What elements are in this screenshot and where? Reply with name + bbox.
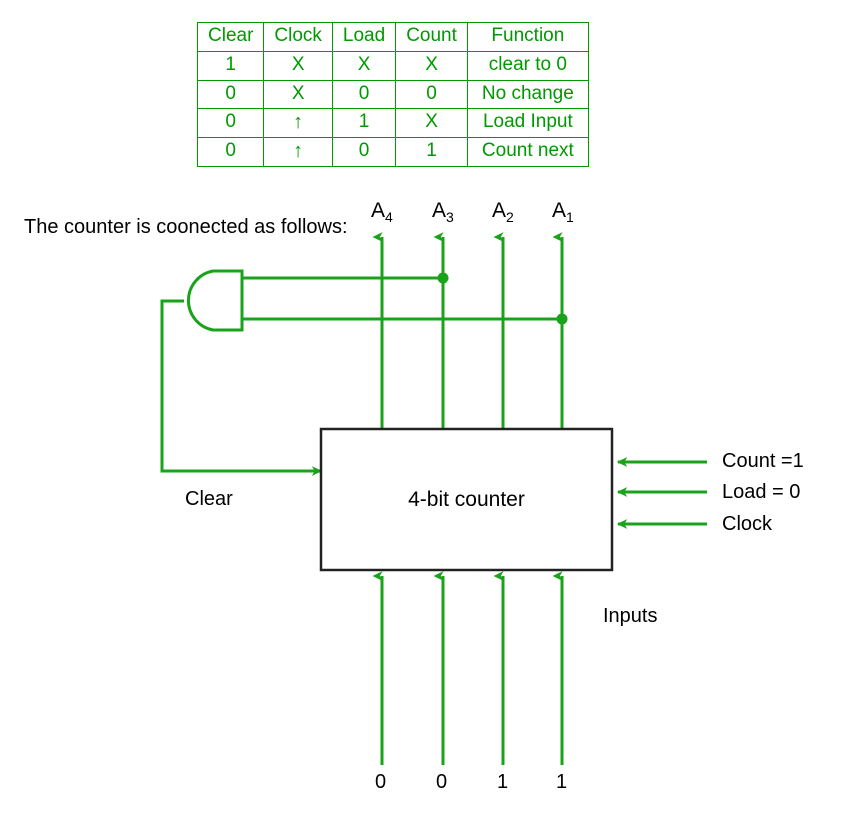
output-label-a1-base: A bbox=[552, 199, 567, 222]
clear-label: Clear bbox=[185, 488, 233, 510]
output-label-a1: A1 bbox=[552, 199, 574, 225]
control-input-wires bbox=[616, 457, 707, 529]
data-input-value-3: 1 bbox=[497, 771, 509, 793]
junction-dot-a3 bbox=[437, 272, 449, 284]
output-label-a4-base: A bbox=[371, 199, 386, 222]
counter-schematic bbox=[160, 232, 707, 765]
output-label-a2: A2 bbox=[492, 199, 514, 225]
caption-text: The counter is coonected as follows: bbox=[24, 216, 348, 238]
control-label-clock: Clock bbox=[722, 513, 773, 535]
control-label-load: Load = 0 bbox=[722, 481, 801, 503]
control-label-count: Count =1 bbox=[722, 450, 804, 472]
output-wires bbox=[372, 232, 564, 429]
output-label-a3: A3 bbox=[432, 199, 454, 225]
output-label-a1-sub: 1 bbox=[566, 209, 574, 226]
output-label-a2-base: A bbox=[492, 199, 507, 222]
diagram-canvas: Clear Clock Load Count Function 1 X X X … bbox=[0, 0, 841, 818]
data-input-value-1: 0 bbox=[375, 771, 387, 793]
data-input-wires bbox=[372, 571, 564, 765]
junction-dot-a1 bbox=[556, 313, 568, 325]
inputs-group-label: Inputs bbox=[603, 605, 658, 627]
counter-box-title: 4-bit counter bbox=[408, 488, 525, 511]
output-label-a4-sub: 4 bbox=[385, 209, 393, 226]
output-label-a2-sub: 2 bbox=[506, 209, 514, 226]
output-label-a3-base: A bbox=[432, 199, 447, 222]
output-label-a3-sub: 3 bbox=[446, 209, 454, 226]
output-label-a4: A4 bbox=[371, 199, 393, 225]
data-input-value-4: 1 bbox=[556, 771, 568, 793]
data-input-value-2: 0 bbox=[436, 771, 448, 793]
and-gate-body bbox=[187, 269, 244, 332]
